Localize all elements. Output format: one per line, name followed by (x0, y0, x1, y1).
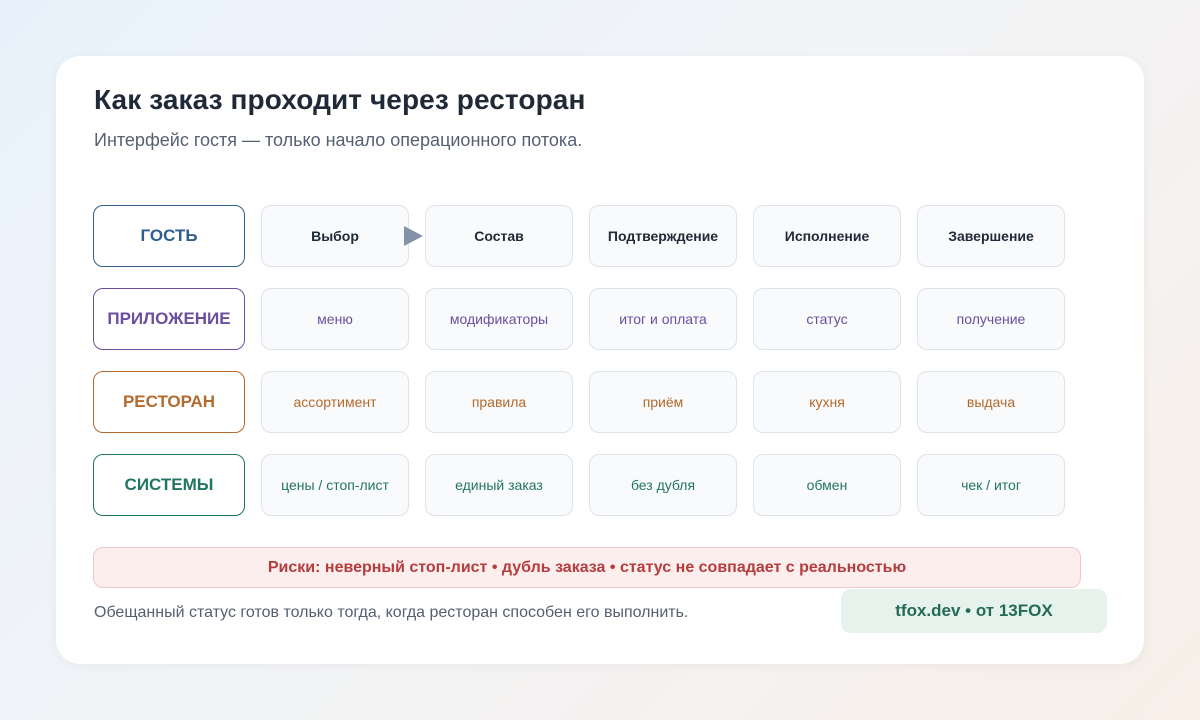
page-subtitle: Интерфейс гостя — только начало операцио… (94, 130, 583, 150)
lane-cell-app: модификаторы (425, 288, 573, 350)
lane-cell-systems: обмен (753, 454, 901, 516)
lane-label-restaurant: РЕСТОРАН (93, 371, 245, 433)
lane-cell-app: меню (261, 288, 409, 350)
stage-header: Состав (425, 205, 573, 267)
lane-label-app: ПРИЛОЖЕНИЕ (93, 288, 245, 350)
lane-cell-restaurant: выдача (917, 371, 1065, 433)
lane-cell-restaurant: правила (425, 371, 573, 433)
brand-badge: tfox.dev • от 13FOX (841, 589, 1107, 633)
stage-header: Выбор (261, 205, 409, 267)
lane-cell-systems: чек / итог (917, 454, 1065, 516)
stage-header: Завершение (917, 205, 1065, 267)
lane-cell-app: итог и оплата (589, 288, 737, 350)
stage-header: Подтверждение (589, 205, 737, 267)
lane-cell-restaurant: приём (589, 371, 737, 433)
lane-cell-restaurant: кухня (753, 371, 901, 433)
lane-cell-systems: цены / стоп-лист (261, 454, 409, 516)
lane-label-guest: ГОСТЬ (93, 205, 245, 267)
lane-cell-app: статус (753, 288, 901, 350)
lane-label-systems: СИСТЕМЫ (93, 454, 245, 516)
flow-arrow-icon (404, 226, 423, 246)
footnote: Обещанный статус готов только тогда, ког… (94, 604, 689, 621)
stage-header: Исполнение (753, 205, 901, 267)
lane-cell-restaurant: ассортимент (261, 371, 409, 433)
lane-cell-systems: единый заказ (425, 454, 573, 516)
lane-cell-app: получение (917, 288, 1065, 350)
risks-banner: Риски: неверный стоп-лист • дубль заказа… (93, 547, 1081, 588)
lane-cell-systems: без дубля (589, 454, 737, 516)
page-title: Как заказ проходит через ресторан (94, 84, 586, 115)
